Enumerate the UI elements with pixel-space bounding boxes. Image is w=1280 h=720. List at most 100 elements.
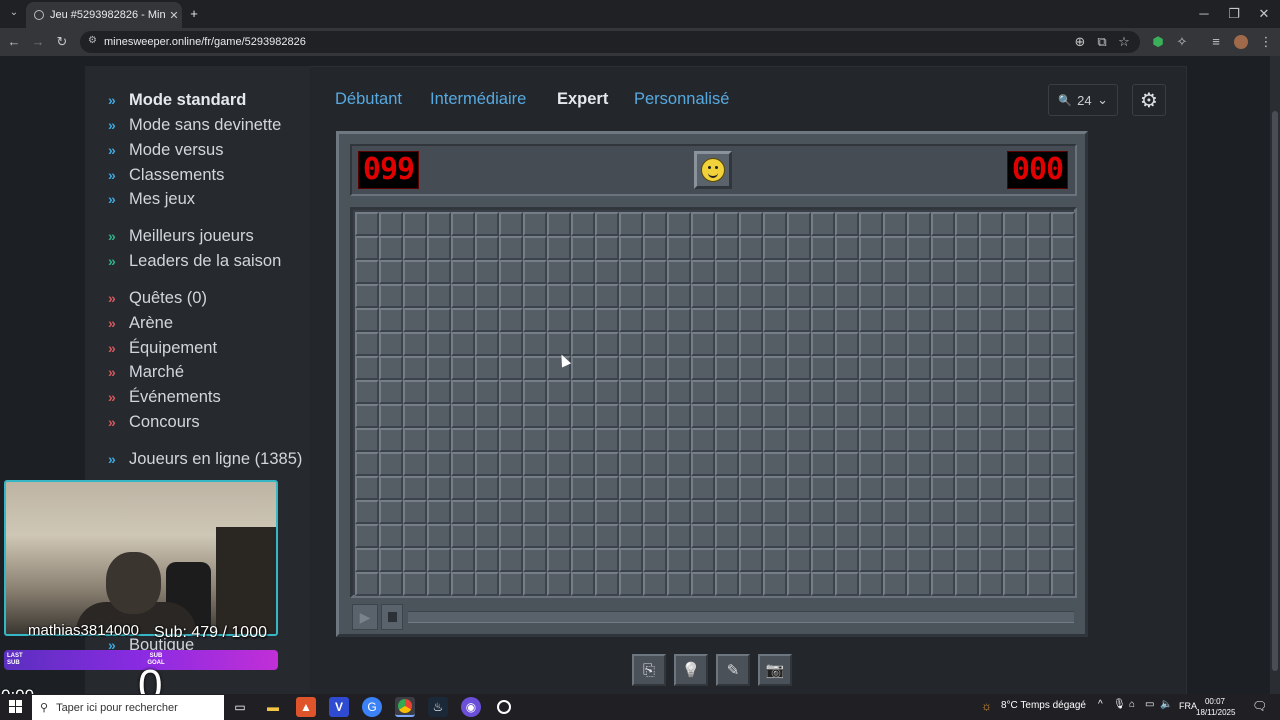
mine-cell[interactable] (691, 284, 715, 308)
mine-cell[interactable] (859, 332, 883, 356)
mine-cell[interactable] (619, 548, 643, 572)
mine-cell[interactable] (691, 380, 715, 404)
mine-cell[interactable] (763, 236, 787, 260)
mine-cell[interactable] (883, 212, 907, 236)
mine-cell[interactable] (427, 524, 451, 548)
sidebar-item-mode-standard[interactable]: » Mode standard (108, 89, 246, 111)
mine-cell[interactable] (355, 260, 379, 284)
mine-cell[interactable] (475, 356, 499, 380)
mine-cell[interactable] (667, 380, 691, 404)
mine-cell[interactable] (883, 332, 907, 356)
mine-cell[interactable] (403, 452, 427, 476)
file-explorer-icon[interactable]: ▬ (263, 697, 283, 717)
bookmark-star-icon[interactable]: ☆ (1116, 34, 1132, 50)
mine-cell[interactable] (883, 356, 907, 380)
mine-cell[interactable] (715, 284, 739, 308)
zoom-select[interactable]: 🔍 24 ⌄ (1048, 84, 1118, 116)
mine-cell[interactable] (811, 572, 835, 596)
screenshot-button[interactable]: 📷 (758, 654, 792, 686)
mine-cell[interactable] (835, 380, 859, 404)
mine-cell[interactable] (691, 212, 715, 236)
mine-cell[interactable] (451, 500, 475, 524)
mine-cell[interactable] (907, 260, 931, 284)
mine-cell[interactable] (667, 572, 691, 596)
mine-cell[interactable] (715, 476, 739, 500)
mine-cell[interactable] (379, 236, 403, 260)
mine-cell[interactable] (643, 476, 667, 500)
mine-cell[interactable] (811, 236, 835, 260)
mine-cell[interactable] (931, 212, 955, 236)
mine-cell[interactable] (427, 572, 451, 596)
mine-cell[interactable] (1003, 428, 1027, 452)
mine-cell[interactable] (403, 212, 427, 236)
mine-cell[interactable] (523, 452, 547, 476)
mine-cell[interactable] (691, 308, 715, 332)
mine-cell[interactable] (475, 212, 499, 236)
mine-cell[interactable] (739, 332, 763, 356)
mine-cell[interactable] (763, 524, 787, 548)
mine-cell[interactable] (1051, 404, 1075, 428)
mine-cell[interactable] (835, 476, 859, 500)
mine-cell[interactable] (763, 476, 787, 500)
mine-cell[interactable] (619, 476, 643, 500)
mine-cell[interactable] (619, 332, 643, 356)
mine-cell[interactable] (715, 308, 739, 332)
mine-cell[interactable] (739, 380, 763, 404)
mine-cell[interactable] (619, 524, 643, 548)
mine-cell[interactable] (595, 476, 619, 500)
mine-cell[interactable] (451, 212, 475, 236)
mine-cell[interactable] (547, 500, 571, 524)
mine-cell[interactable] (907, 356, 931, 380)
mine-cell[interactable] (763, 284, 787, 308)
mine-cell[interactable] (739, 476, 763, 500)
mine-cell[interactable] (451, 236, 475, 260)
mine-cell[interactable] (787, 284, 811, 308)
mine-cell[interactable] (1027, 524, 1051, 548)
mine-cell[interactable] (931, 308, 955, 332)
mine-cell[interactable] (451, 332, 475, 356)
mine-cell[interactable] (403, 356, 427, 380)
mine-cell[interactable] (547, 308, 571, 332)
mine-cell[interactable] (379, 476, 403, 500)
mine-cell[interactable] (523, 404, 547, 428)
mine-cell[interactable] (883, 404, 907, 428)
mine-cell[interactable] (931, 452, 955, 476)
mine-cell[interactable] (883, 380, 907, 404)
mine-cell[interactable] (523, 284, 547, 308)
mine-cell[interactable] (1027, 236, 1051, 260)
mine-cell[interactable] (907, 308, 931, 332)
mine-cell[interactable] (523, 236, 547, 260)
mine-cell[interactable] (691, 260, 715, 284)
mine-cell[interactable] (643, 332, 667, 356)
mine-cell[interactable] (355, 380, 379, 404)
mine-cell[interactable] (715, 524, 739, 548)
mine-cell[interactable] (715, 500, 739, 524)
mine-cell[interactable] (979, 548, 1003, 572)
mine-cell[interactable] (643, 452, 667, 476)
mine-cell[interactable] (1027, 548, 1051, 572)
mine-cell[interactable] (643, 572, 667, 596)
mine-cell[interactable] (1003, 476, 1027, 500)
mine-cell[interactable] (451, 572, 475, 596)
mine-cell[interactable] (427, 284, 451, 308)
mine-cell[interactable] (403, 524, 427, 548)
mine-cell[interactable] (835, 284, 859, 308)
mine-cell[interactable] (499, 284, 523, 308)
mine-cell[interactable] (643, 548, 667, 572)
mine-cell[interactable] (451, 428, 475, 452)
mine-cell[interactable] (763, 572, 787, 596)
mine-cell[interactable] (931, 500, 955, 524)
mine-cell[interactable] (523, 428, 547, 452)
mine-cell[interactable] (955, 380, 979, 404)
language-indicator[interactable]: FRA (1179, 701, 1197, 711)
mine-cell[interactable] (931, 284, 955, 308)
mine-cell[interactable] (787, 572, 811, 596)
task-view-icon[interactable]: ▭ (230, 697, 250, 717)
back-icon[interactable]: ← (6, 34, 22, 49)
mine-cell[interactable] (931, 260, 955, 284)
mine-cell[interactable] (787, 236, 811, 260)
mine-cell[interactable] (1027, 500, 1051, 524)
mine-cell[interactable] (643, 428, 667, 452)
volume-icon[interactable]: 🔈 (1160, 699, 1172, 710)
mine-cell[interactable] (739, 428, 763, 452)
